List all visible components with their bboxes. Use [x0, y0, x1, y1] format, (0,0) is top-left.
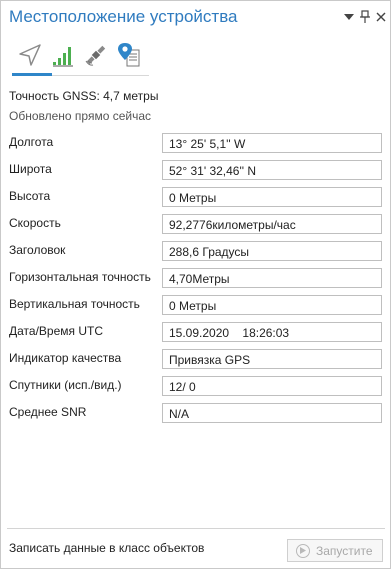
field-label: Горизонтальная точность [9, 270, 151, 284]
gnss-accuracy-text: Точность GNSS: 4,7 метры [9, 89, 159, 103]
field-label: Вертикальная точность [9, 297, 140, 311]
average-snr-field[interactable]: N/A [162, 403, 382, 423]
field-row-latitude: Широта 52° 31' 32,46'' N [1, 160, 390, 184]
field-label: Скорость [9, 216, 61, 230]
field-row-speed: Скорость 92,2776километры/час [1, 214, 390, 238]
field-row-utc-datetime: Дата/Время UTC 15.09.2020 18:26:03 [1, 322, 390, 346]
field-label: Индикатор качества [9, 351, 122, 365]
last-updated-text: Обновлено прямо сейчас [9, 109, 152, 123]
latitude-field[interactable]: 52° 31' 32,46'' N [162, 160, 382, 180]
utc-datetime-field[interactable]: 15.09.2020 18:26:03 [162, 322, 382, 342]
field-label: Долгота [9, 135, 54, 149]
field-label: Заголовок [9, 243, 66, 257]
navigation-icon[interactable] [16, 41, 44, 69]
field-label: Широта [9, 162, 52, 176]
device-location-pane: Местоположение устройства Точность GNSS:… [0, 0, 391, 569]
field-row-vertical-accuracy: Вертикальная точность 0 Метры [1, 295, 390, 319]
write-to-feature-class-label: Записать данные в класс объектов [9, 541, 205, 555]
field-row-altitude: Высота 0 Метры [1, 187, 390, 211]
field-row-satellites: Спутники (исп./вид.) 12/ 0 [1, 376, 390, 400]
pin-icon[interactable] [357, 9, 373, 25]
horizontal-accuracy-field[interactable]: 4,70Метры [162, 268, 382, 288]
field-label: Высота [9, 189, 51, 203]
field-label: Спутники (исп./вид.) [9, 378, 122, 392]
satellite-icon[interactable] [82, 41, 110, 69]
signal-strength-icon[interactable] [49, 41, 77, 69]
field-row-fix-quality: Индикатор качества Привязка GPS [1, 349, 390, 373]
longitude-field[interactable]: 13° 25' 5,1'' W [162, 133, 382, 153]
field-row-horizontal-accuracy: Горизонтальная точность 4,70Метры [1, 268, 390, 292]
location-list-icon[interactable] [115, 41, 143, 69]
heading-field[interactable]: 288,6 Градусы [162, 241, 382, 261]
fix-quality-field[interactable]: Привязка GPS [162, 349, 382, 369]
title-bar: Местоположение устройства [1, 1, 390, 35]
altitude-field[interactable]: 0 Метры [162, 187, 382, 207]
play-icon [296, 543, 310, 558]
footer-divider [7, 528, 385, 529]
dropdown-arrow-icon[interactable] [341, 9, 357, 25]
close-icon[interactable] [373, 9, 389, 25]
run-button-label: Запустите [316, 543, 373, 558]
field-label: Дата/Время UTC [9, 324, 104, 338]
field-row-average-snr: Среднее SNR N/A [1, 403, 390, 427]
field-row-longitude: Долгота 13° 25' 5,1'' W [1, 133, 390, 157]
run-button[interactable]: Запустите [287, 539, 383, 562]
satellites-field[interactable]: 12/ 0 [162, 376, 382, 396]
pane-title: Местоположение устройства [9, 7, 238, 26]
speed-field[interactable]: 92,2776километры/час [162, 214, 382, 234]
field-label: Среднее SNR [9, 405, 87, 419]
vertical-accuracy-field[interactable]: 0 Метры [162, 295, 382, 315]
tab-strip [9, 41, 149, 77]
active-tab-indicator [12, 73, 52, 76]
field-row-heading: Заголовок 288,6 Градусы [1, 241, 390, 265]
